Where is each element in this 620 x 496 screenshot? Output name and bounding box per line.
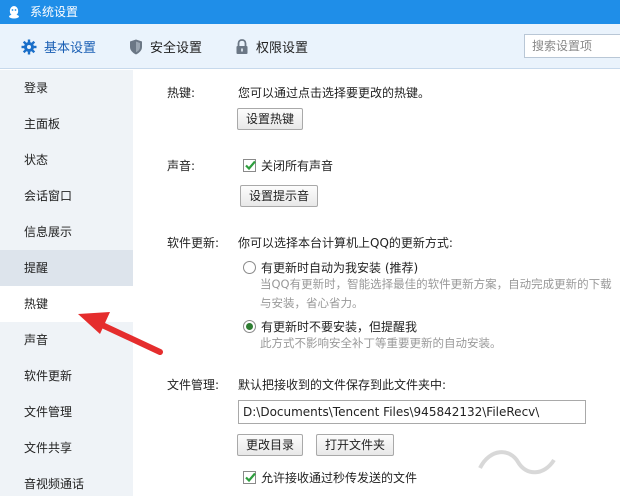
watermark-logo [478,450,556,475]
title-bar: 系统设置 [0,0,620,24]
file-save-path-field[interactable]: D:\Documents\Tencent Files\945842132\Fil… [238,400,586,424]
sidebar-item-reminder[interactable]: 提醒 [0,250,133,286]
tab-label: 基本设置 [44,41,97,56]
open-folder-button[interactable]: 打开文件夹 [316,434,395,456]
change-directory-button[interactable]: 更改目录 [237,434,304,456]
tab-label: 安全设置 [150,41,203,56]
sidebar-item-main-panel[interactable]: 主面板 [0,106,133,142]
sidebar-item-av-call[interactable]: 音视频通话 [0,466,133,496]
window-title: 系统设置 [30,5,79,19]
auto-install-hint: 当QQ有更新时，智能选择最佳的软件更新方案，自动完成更新的下载 [260,277,612,291]
hotkey-description: 您可以通过点击选择要更改的热键。 [238,86,431,100]
sidebar-item-software-update[interactable]: 软件更新 [0,358,133,394]
update-section-label: 软件更新: [167,236,220,250]
sidebar-item-login[interactable]: 登录 [0,70,133,106]
notify-only-label: 有更新时不要安装，但提醒我 [261,320,418,334]
set-hotkey-button[interactable]: 设置热键 [237,108,304,130]
allow-instant-transfer-checkbox[interactable] [243,471,256,484]
hotkey-section-label: 热键: [167,86,196,100]
sidebar-item-chat-window[interactable]: 会话窗口 [0,178,133,214]
tab-basic-settings[interactable]: 基本设置 [21,24,96,69]
search-input[interactable] [524,34,620,58]
auto-install-radio[interactable] [243,261,256,274]
notify-only-radio[interactable] [243,320,256,333]
tab-permission-settings[interactable]: 权限设置 [235,24,308,69]
file-management-section-label: 文件管理: [167,378,220,392]
allow-instant-transfer-label: 允许接收通过秒传发送的文件 [261,471,418,485]
sound-section-label: 声音: [167,159,196,173]
red-arrow-annotation [78,312,163,355]
settings-content: 热键: 您可以通过点击选择要更改的热键。 设置热键 声音: 关闭所有声音 设置提… [133,70,620,496]
lock-icon [236,38,248,54]
tab-bar: 基本设置 安全设置 权限设置 [0,24,620,69]
sidebar-item-info-display[interactable]: 信息展示 [0,214,133,250]
file-save-description: 默认把接收到的文件保存到此文件夹中: [238,378,447,392]
radio-dot [246,323,253,330]
checkmark-icon [245,472,256,483]
sidebar-item-file-management[interactable]: 文件管理 [0,394,133,430]
set-notification-sound-button[interactable]: 设置提示音 [240,185,319,207]
auto-install-label: 有更新时自动为我安装 (推荐) [261,261,419,275]
sidebar-item-file-sharing[interactable]: 文件共享 [0,430,133,466]
mute-all-checkbox[interactable] [243,159,256,172]
update-description: 你可以选择本台计算机上QQ的更新方式: [238,236,453,250]
sidebar: 登录 主面板 状态 会话窗口 信息展示 提醒 热键 声音 软件更新 文件管理 文… [0,70,133,496]
sidebar-item-status[interactable]: 状态 [0,142,133,178]
qq-penguin-icon [9,6,19,19]
shield-icon [130,39,142,54]
auto-install-hint-cont: 与安装，省心省力。 [260,296,364,310]
mute-all-label: 关闭所有声音 [261,159,334,173]
checkmark-icon [245,160,256,171]
gear-icon [21,39,37,54]
notify-only-hint: 此方式不影响安全补丁等重要更新的自动安装。 [260,336,502,350]
tab-security-settings[interactable]: 安全设置 [129,24,202,69]
tab-label: 权限设置 [256,41,309,56]
